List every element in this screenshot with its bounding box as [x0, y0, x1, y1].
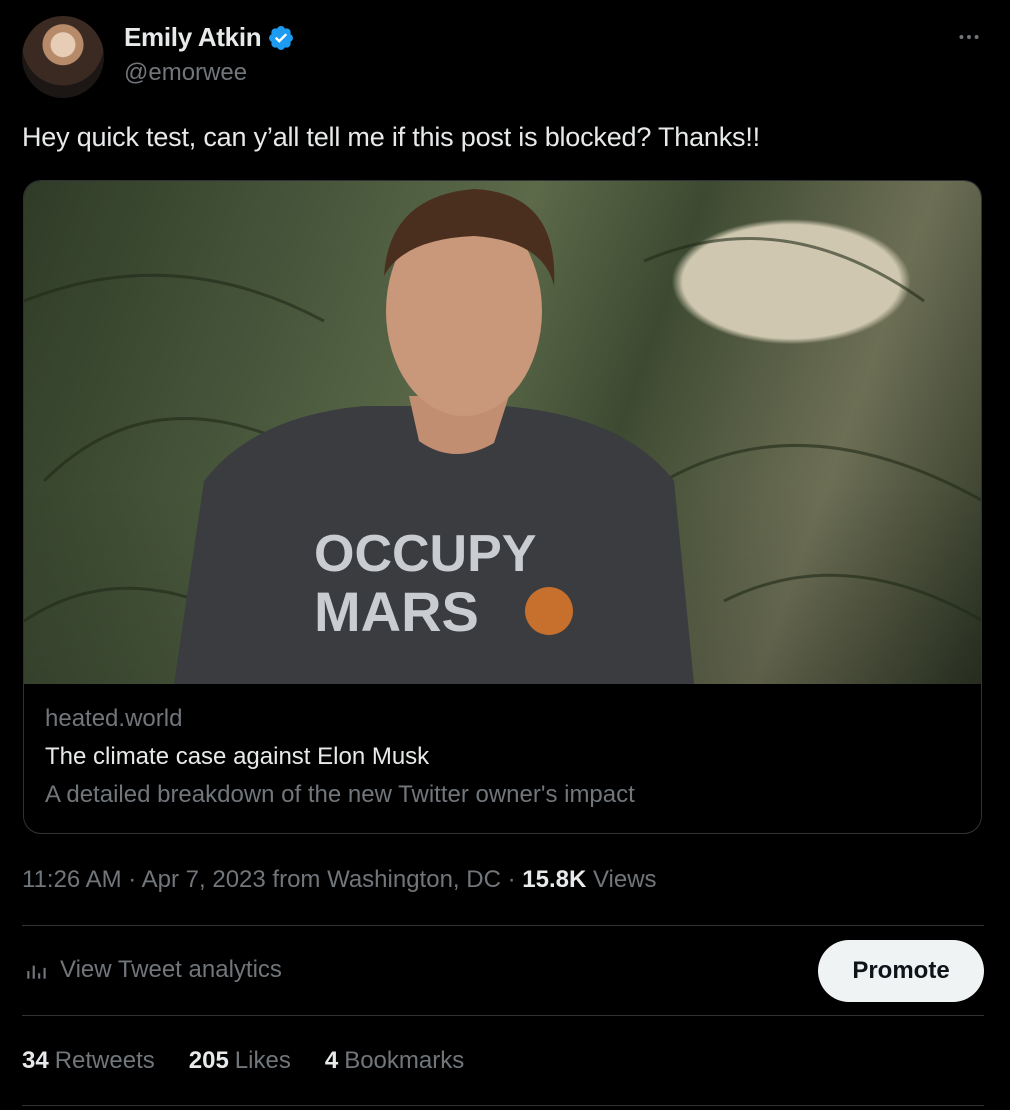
post-meta: 11:26 AM · Apr 7, 2023 from Washington, … — [22, 866, 657, 894]
author-name-row: Emily Atkin — [124, 22, 295, 53]
card-domain: heated.world — [45, 705, 183, 732]
bookmarks-count: 4 — [324, 1047, 339, 1074]
author-avatar[interactable] — [22, 16, 104, 98]
views-count: 15.8K — [522, 866, 587, 893]
author-name[interactable]: Emily Atkin — [124, 22, 262, 53]
meta-separator: · — [121, 866, 142, 893]
card-description: A detailed breakdown of the new Twitter … — [45, 781, 635, 808]
post-text: Hey quick test, can y’all tell me if thi… — [22, 122, 760, 152]
bookmarks-label: Bookmarks — [344, 1047, 465, 1074]
shirt-text-mars: MARS — [314, 580, 479, 643]
post-date[interactable]: Apr 7, 2023 — [142, 866, 266, 893]
shirt-text-occupy: OCCUPY — [314, 525, 536, 583]
likes-label: Likes — [234, 1047, 291, 1074]
bookmarks-stat[interactable]: 4 Bookmarks — [325, 1047, 464, 1075]
card-title: The climate case against Elon Musk — [45, 743, 430, 770]
retweets-stat[interactable]: 34 Retweets — [22, 1047, 155, 1075]
promote-button[interactable]: Promote — [818, 940, 984, 1002]
likes-count: 205 — [188, 1047, 229, 1074]
analytics-label: View Tweet analytics — [60, 956, 282, 983]
post-location: from Washington, DC — [265, 866, 501, 893]
meta-separator: · — [500, 866, 523, 893]
card-image: OCCUPY MARS — [24, 181, 981, 684]
retweets-label: Retweets — [54, 1047, 155, 1074]
bar-chart-icon — [27, 965, 46, 979]
post-stats: 34 Retweets 205 Likes 4 Bookmarks — [22, 1047, 464, 1075]
views-label: Views — [586, 866, 657, 893]
retweets-count: 34 — [22, 1047, 49, 1074]
view-analytics-link[interactable]: View Tweet analytics — [24, 956, 282, 984]
divider — [22, 1105, 984, 1106]
divider — [22, 925, 984, 926]
verified-badge-icon — [269, 25, 294, 50]
link-card[interactable]: OCCUPY MARS heated.world The climate cas… — [23, 180, 982, 834]
likes-stat[interactable]: 205 Likes — [189, 1047, 291, 1075]
divider — [22, 1015, 984, 1016]
more-horizontal-icon[interactable] — [956, 24, 982, 50]
post-time[interactable]: 11:26 AM — [22, 866, 122, 893]
card-meta: heated.world The climate case against El… — [45, 705, 960, 809]
author-handle[interactable]: @emorwee — [124, 59, 247, 87]
